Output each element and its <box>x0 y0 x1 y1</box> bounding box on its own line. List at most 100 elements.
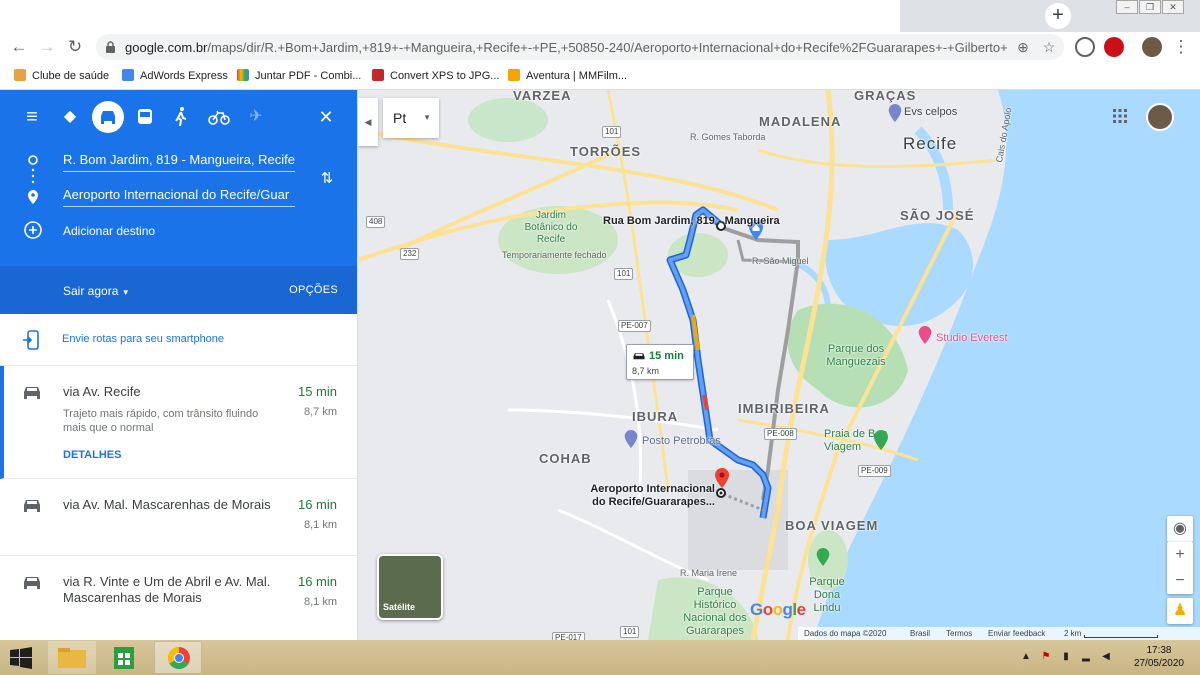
zoom-controls: + − <box>1167 542 1193 594</box>
my-location-icon[interactable]: ◉ <box>1167 516 1193 542</box>
bookmark-label: Clube de saúde <box>32 70 110 82</box>
bookmark-item[interactable]: AdWords Express <box>122 67 228 85</box>
bookmark-item[interactable]: Convert XPS to JPG... <box>372 67 499 85</box>
url-domain: google.com.br <box>125 40 208 55</box>
add-destination-icon[interactable] <box>23 220 43 240</box>
gas-station-pin-icon[interactable] <box>624 430 638 448</box>
tray-expand-icon[interactable]: ▲ <box>1020 651 1032 663</box>
destination-pin-icon[interactable] <box>715 468 729 488</box>
minimize-button[interactable]: – <box>1116 0 1138 14</box>
directions-panel: ≡ ◆ ✈ ✕ R. Bom Jardim, 819 - Mangueira, … <box>0 90 358 640</box>
district-label: GRAÇAS <box>854 90 917 103</box>
windows-taskbar: ▲ ⚑ ▮ ▂ ◀ 17:38 27/05/2020 <box>0 640 1200 675</box>
zoom-in-button[interactable]: + <box>1167 542 1193 568</box>
beach-pin-icon[interactable] <box>873 430 889 450</box>
leave-now-dropdown[interactable]: Sair agora ▼ <box>63 284 130 298</box>
skype-extension-icon[interactable] <box>1075 37 1095 57</box>
forward-icon[interactable]: → <box>36 36 58 58</box>
route-option[interactable]: via R. Vinte e Um de Abril e Av. Mal. Ma… <box>0 556 357 640</box>
route-time: 16 min <box>297 574 337 589</box>
file-explorer-icon[interactable] <box>48 641 96 674</box>
route-distance: 8,1 km <box>303 596 337 608</box>
apps-grid-icon[interactable] <box>1112 108 1128 124</box>
chevron-down-icon: ▼ <box>121 288 130 297</box>
active-tab[interactable] <box>0 0 900 32</box>
add-destination-button[interactable]: Adicionar destino <box>63 224 155 238</box>
district-label: VARZEA <box>513 90 572 103</box>
store-icon[interactable] <box>100 641 148 674</box>
transit-mode-icon[interactable] <box>132 104 158 130</box>
bookmark-item[interactable]: Aventura | MMFilm... <box>508 67 627 85</box>
place-pin-icon[interactable] <box>888 104 902 122</box>
district-label: COHAB <box>539 451 592 466</box>
feedback-link[interactable]: Enviar feedback <box>988 627 1045 640</box>
highway-shield: 408 <box>366 216 386 228</box>
bookmark-item[interactable]: Juntar PDF - Combi... <box>237 67 361 85</box>
profile-avatar[interactable] <box>1142 37 1162 57</box>
street-label: R. Maria Irene <box>680 568 738 578</box>
opera-extension-icon[interactable] <box>1104 37 1124 57</box>
highway-shield: 101 <box>602 126 622 138</box>
send-to-phone-label: Envie rotas para seu smartphone <box>62 333 225 345</box>
swap-icon[interactable]: ⇅ <box>314 166 340 192</box>
send-to-phone-row[interactable]: Envie rotas para seu smartphone <box>0 314 357 366</box>
hamburger-menu-icon[interactable]: ≡ <box>19 104 45 130</box>
clock-time: 17:38 <box>1146 645 1172 656</box>
tray-flag-icon[interactable]: ⚑ <box>1040 651 1052 663</box>
best-route-icon[interactable]: ◆ <box>57 104 83 130</box>
back-icon[interactable]: ← <box>8 36 30 58</box>
layer-selector[interactable]: Pt ▼ <box>383 98 439 138</box>
menu-icon[interactable]: ⋮ <box>1170 36 1192 58</box>
tray-battery-icon[interactable]: ▮ <box>1060 651 1072 663</box>
bookmark-label: Convert XPS to JPG... <box>390 70 500 82</box>
windows-start-icon[interactable] <box>10 647 32 669</box>
pegman-icon[interactable]: ♟ <box>1167 598 1193 624</box>
terms-link[interactable]: Termos <box>946 627 972 640</box>
country-link[interactable]: Brasil <box>910 627 930 640</box>
options-button[interactable]: OPÇÕES <box>289 284 338 296</box>
bookmark-item[interactable]: Clube de saúde <box>14 67 109 85</box>
district-label: SÃO JOSÉ <box>900 208 975 223</box>
satellite-toggle[interactable]: Satélite <box>377 554 443 620</box>
location-icon[interactable]: ⊕ <box>1014 38 1032 56</box>
route-option[interactable]: via Av. Mal. Mascarenhas de Morais 16 mi… <box>0 479 357 556</box>
destination-marker-icon[interactable] <box>715 487 727 499</box>
address-bar[interactable]: google.com.br/maps/dir/R.+Bom+Jardim,+81… <box>96 34 1064 60</box>
close-directions-icon[interactable]: ✕ <box>313 104 339 130</box>
walking-mode-icon[interactable] <box>168 104 194 130</box>
route-distance: 8,7 km <box>303 406 337 418</box>
car-icon <box>24 577 40 589</box>
restore-button[interactable]: ❐ <box>1139 0 1161 14</box>
district-label: BOA VIAGEM <box>785 518 879 533</box>
directions-header: ≡ ◆ ✈ ✕ R. Bom Jardim, 819 - Mangueira, … <box>0 90 357 266</box>
close-window-button[interactable]: ✕ <box>1162 0 1184 14</box>
google-logo: Google <box>750 600 806 619</box>
route-details-link[interactable]: DETALHES <box>63 449 121 461</box>
route-option[interactable]: via Av. Recife 15 min 8,7 km Trajeto mai… <box>0 366 357 479</box>
bookmark-label: Aventura | MMFilm... <box>526 70 628 82</box>
route-via: via Av. Recife <box>63 384 141 399</box>
system-clock[interactable]: 17:38 27/05/2020 <box>1134 644 1184 670</box>
new-tab-button[interactable]: + <box>1045 3 1071 29</box>
car-mode-icon[interactable] <box>92 101 124 133</box>
place-label: Evs celpos <box>904 106 958 118</box>
destination-input[interactable]: Aeroporto Internacional do Recife/Guar <box>63 185 295 207</box>
store-pin-icon[interactable] <box>918 326 932 344</box>
bike-mode-icon[interactable] <box>206 104 232 130</box>
flight-mode-icon[interactable]: ✈ <box>243 104 269 130</box>
tray-volume-icon[interactable]: ◀ <box>1100 651 1112 663</box>
origin-input[interactable]: R. Bom Jardim, 819 - Mangueira, Recife <box>63 150 295 172</box>
bookmark-icon <box>14 69 26 81</box>
star-icon[interactable]: ☆ <box>1040 38 1058 56</box>
chrome-taskbar-icon[interactable] <box>154 641 202 674</box>
reload-icon[interactable]: ↻ <box>64 36 86 58</box>
highway-shield: 101 <box>620 626 640 638</box>
collapse-panel-button[interactable]: ◀ <box>358 98 378 146</box>
map-canvas[interactable]: ◀ Pt ▼ VARZEA MADALENA Recife TORRÕES SÃO… <box>358 90 1200 640</box>
route-distance: 8,1 km <box>303 519 337 531</box>
tray-network-icon[interactable]: ▂ <box>1080 651 1092 663</box>
route-info-box[interactable]: 15 min 8,7 km <box>626 344 694 380</box>
park-pin-icon[interactable] <box>816 548 830 566</box>
zoom-out-button[interactable]: − <box>1167 568 1193 594</box>
account-avatar[interactable] <box>1146 103 1174 131</box>
